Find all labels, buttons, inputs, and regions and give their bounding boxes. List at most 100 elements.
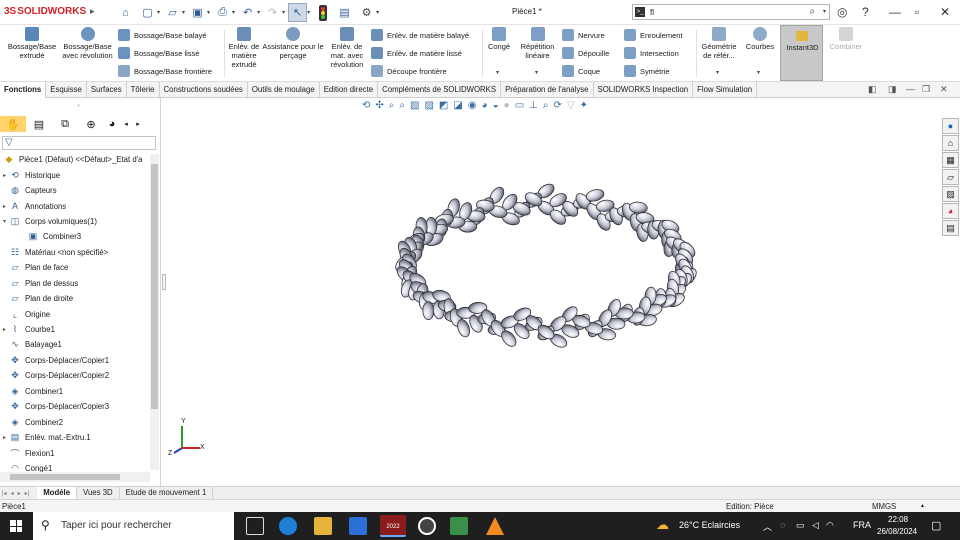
tree-item[interactable]: ▱ Plan de droite	[0, 291, 150, 306]
tab-modele[interactable]: Modèle	[37, 486, 78, 500]
chevron-down-icon[interactable]: ▾	[823, 8, 826, 15]
tab-outils-de-moulage[interactable]: Outils de moulage	[248, 82, 320, 98]
boss-boundary-button[interactable]: Bossage/Base frontière	[118, 65, 212, 77]
chevron-down-icon[interactable]: ▾	[757, 69, 760, 76]
linear-pattern-button[interactable]: Répétition linéaire	[515, 27, 560, 60]
task-view-icon[interactable]	[246, 517, 264, 535]
wrap-button[interactable]: Enroulement	[624, 29, 683, 41]
tab-complements[interactable]: Compléments de SOLIDWORKS	[378, 82, 502, 98]
tab-esquisse[interactable]: Esquisse	[46, 82, 87, 98]
chevron-down-icon[interactable]: ▾	[376, 9, 379, 16]
tree-item[interactable]: ⌒ Flexion1	[0, 445, 150, 460]
intersect-button[interactable]: Intersection	[624, 47, 679, 59]
boss-extrude-button[interactable]: Bossage/Base extrudé	[4, 27, 60, 60]
last-tab-icon[interactable]: ▸|	[23, 490, 38, 497]
help-icon[interactable]: ?	[862, 5, 869, 19]
view-orientation-icon[interactable]: ◩	[439, 100, 448, 111]
open-folder-icon[interactable]: ▱	[163, 3, 182, 22]
zoom-in-out-icon[interactable]: ⌕	[399, 100, 405, 111]
reference-geometry-button[interactable]: Géométrie de référ...	[699, 27, 739, 60]
tab-solidworks-inspection[interactable]: SOLIDWORKS Inspection	[594, 82, 694, 98]
weather-text[interactable]: 26°C Eclaircies	[679, 520, 740, 530]
tree-item[interactable]: ☷ Matériau <non spécifié>	[0, 245, 150, 260]
app-icon[interactable]	[450, 517, 468, 535]
view-settings-icon[interactable]: ▭	[515, 100, 524, 111]
notification-icon[interactable]: ▢	[931, 519, 941, 532]
tree-item[interactable]: ▱ Plan de dessus	[0, 276, 150, 291]
braided-ring-model[interactable]	[162, 98, 960, 486]
select-cursor-icon[interactable]: ↖	[288, 3, 308, 22]
tree-item[interactable]: ▸ A Annotations	[0, 198, 150, 213]
dynamic-annotation-icon[interactable]: ▨	[424, 100, 433, 111]
search-input[interactable]: fl	[650, 8, 654, 17]
display-style-icon[interactable]: ◪	[453, 100, 462, 111]
tree-root[interactable]: ◆ Pièce1 (Défaut) <<Défaut>_Etat d'a	[0, 152, 150, 167]
boss-sweep-button[interactable]: Bossage/Base balayé	[118, 29, 207, 41]
tree-item[interactable]: ✥ Corps-Déplacer/Copier3	[0, 399, 150, 414]
cut-boundary-button[interactable]: Découpe frontière	[371, 65, 447, 77]
appearances-icon[interactable]: ▨	[942, 186, 959, 202]
first-tab-icon[interactable]: |◂	[0, 490, 9, 497]
clock-date[interactable]: 26/08/2024	[877, 527, 917, 536]
draft-button[interactable]: Dépouille	[562, 47, 609, 59]
file-properties-icon[interactable]: ▤	[335, 3, 354, 22]
tab-flow-simulation[interactable]: Flow Simulation	[693, 82, 758, 98]
tab-vues-3d[interactable]: Vues 3D	[77, 486, 120, 500]
previous-view-icon[interactable]: ⟲	[362, 100, 370, 111]
vlc-icon[interactable]	[486, 517, 504, 535]
property-manager-tab-icon[interactable]: ▤	[26, 116, 52, 132]
solidworks-resources-icon[interactable]: ●	[942, 118, 959, 134]
restore-icon[interactable]: ▫	[915, 5, 919, 19]
combine-button[interactable]: Combiner	[826, 27, 866, 51]
instant3d-button[interactable]: Instant3D	[780, 25, 823, 81]
display-manager-tab-icon[interactable]: ◕	[104, 116, 120, 132]
rebuild-traffic-light-icon[interactable]	[313, 3, 332, 22]
next-tab-icon[interactable]: ▸	[16, 490, 23, 497]
tab-etude-mouvement[interactable]: Etude de mouvement 1	[120, 486, 214, 500]
view-palette-icon[interactable]: ▱	[942, 169, 959, 185]
tree-item[interactable]: ▱ Plan de face	[0, 260, 150, 275]
configuration-manager-tab-icon[interactable]: ⧉	[52, 116, 78, 132]
doc-close-icon[interactable]: ✕	[940, 84, 948, 95]
tree-item[interactable]: ✥ Corps-Déplacer/Copier1	[0, 353, 150, 368]
apply-scene-icon[interactable]: ◒	[493, 100, 499, 111]
tab-surfaces[interactable]: Surfaces	[87, 82, 127, 98]
store-icon[interactable]	[349, 517, 367, 535]
split-view-icon[interactable]: ◨	[888, 84, 897, 95]
cut-sweep-button[interactable]: Enlèv. de matière balayé	[371, 29, 469, 41]
hide-show-items-icon[interactable]: ◉	[468, 100, 477, 111]
design-library-icon[interactable]: ⌂	[942, 135, 959, 151]
tree-item[interactable]: ◍ Capteurs	[0, 183, 150, 198]
zoom-to-area-icon[interactable]: ⌕	[389, 100, 395, 111]
tree-item[interactable]: ◈ Combiner1	[0, 384, 150, 399]
tab-edition-directe[interactable]: Edition directe	[320, 82, 379, 98]
edit-appearance-icon[interactable]: ◕	[482, 100, 488, 111]
feature-manager-tab-icon[interactable]: ✋	[0, 116, 26, 132]
chevron-down-icon[interactable]: ▾	[716, 69, 719, 76]
tab-fonctions[interactable]: Fonctions	[0, 82, 47, 98]
undo-icon[interactable]: ↶	[238, 3, 257, 22]
language-indicator[interactable]: FRA	[853, 520, 871, 530]
solidworks-logo[interactable]: 3S SOLIDWORKS	[4, 6, 86, 17]
chevron-down-icon[interactable]: ▾	[535, 69, 538, 76]
rotate-view-icon[interactable]: ⟳	[553, 100, 561, 111]
status-units[interactable]: MMGS	[872, 502, 896, 511]
expand-toggle-icon[interactable]: ▸	[0, 434, 9, 441]
wifi-icon[interactable]: ◠	[826, 520, 834, 531]
tree-item[interactable]: ▾ ◫ Corps volumiques(1)	[0, 214, 150, 229]
mirror-button[interactable]: Symétrie	[624, 65, 670, 77]
graphics-area[interactable]: Y X Z	[162, 98, 960, 486]
appearance-lights-icon[interactable]: ⊥	[529, 100, 538, 111]
edge-browser-icon[interactable]	[279, 517, 297, 535]
zoom-to-fit-icon[interactable]: ✣	[375, 100, 383, 111]
save-icon[interactable]: ▣	[188, 3, 207, 22]
home-icon[interactable]: ⌂	[116, 3, 135, 22]
chevron-down-icon[interactable]: ▾	[207, 9, 210, 16]
menu-expand-icon[interactable]: ▸	[90, 6, 95, 17]
new-document-icon[interactable]: ▢	[138, 3, 157, 22]
minimize-icon[interactable]: —	[889, 5, 901, 19]
tray-chevron-up-icon[interactable]: ︿	[763, 520, 772, 533]
battery-icon[interactable]: ▭	[796, 520, 805, 531]
chevron-down-icon[interactable]: ▾	[282, 9, 285, 16]
print-icon[interactable]: ⎙	[213, 3, 232, 22]
